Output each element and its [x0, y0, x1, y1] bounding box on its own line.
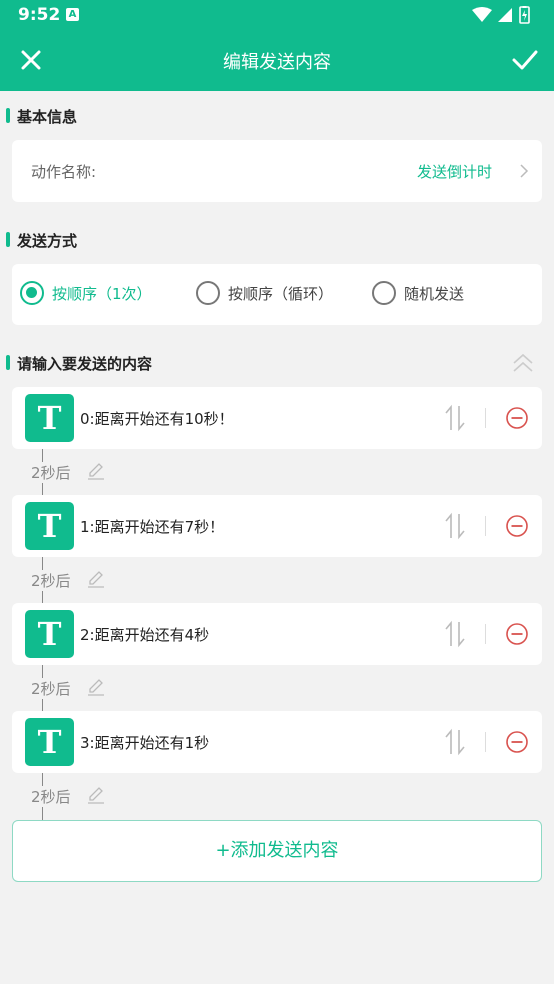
- delay-label: 2秒后: [31, 678, 71, 699]
- remove-icon[interactable]: [505, 622, 529, 646]
- radio-unchecked-icon: [372, 281, 396, 305]
- status-bar: 9:52 A: [0, 0, 554, 30]
- section-marker: [6, 355, 10, 370]
- section-title: 基本信息: [17, 108, 78, 126]
- content-item-text: 2:距离开始还有4秒: [80, 626, 210, 644]
- check-icon[interactable]: [510, 45, 540, 75]
- delay-label: 2秒后: [31, 786, 71, 807]
- radio-label: 按顺序（1次）: [52, 285, 152, 303]
- signal-icon: [498, 8, 512, 22]
- action-name-value: 发送倒计时: [416, 163, 492, 181]
- action-name-row[interactable]: 动作名称: 发送倒计时: [12, 140, 542, 202]
- page-title: 编辑发送内容: [223, 52, 331, 73]
- notification-a-icon: A: [66, 8, 79, 21]
- content-item[interactable]: T 1:距离开始还有7秒！: [12, 495, 542, 557]
- content-item[interactable]: T 0:距离开始还有10秒！: [12, 387, 542, 449]
- text-type-icon: T: [25, 718, 74, 766]
- radio-sequential-once[interactable]: 按顺序（1次）: [20, 280, 170, 306]
- reorder-icon[interactable]: [443, 620, 467, 648]
- divider: [485, 516, 486, 536]
- text-type-icon: T: [25, 610, 74, 658]
- content-item-text: 0:距离开始还有10秒！: [80, 410, 234, 428]
- battery-icon: [519, 6, 530, 24]
- content-item[interactable]: T 3:距离开始还有1秒: [12, 711, 542, 773]
- content-item[interactable]: T 2:距离开始还有4秒: [12, 603, 542, 665]
- section-title: 发送方式: [17, 232, 78, 250]
- divider: [485, 624, 486, 644]
- radio-unchecked-icon: [196, 281, 220, 305]
- edit-delay-icon[interactable]: [86, 677, 106, 697]
- content-item-text: 1:距离开始还有7秒！: [80, 518, 225, 536]
- add-content-button[interactable]: +添加发送内容: [12, 820, 542, 882]
- remove-icon[interactable]: [505, 406, 529, 430]
- edit-delay-icon[interactable]: [86, 461, 106, 481]
- app-bar: 编辑发送内容: [0, 30, 554, 91]
- radio-checked-icon: [20, 281, 44, 305]
- radio-label: 随机发送: [404, 285, 465, 303]
- radio-random[interactable]: 随机发送: [372, 280, 492, 306]
- section-marker: [6, 108, 10, 123]
- section-marker: [6, 232, 10, 247]
- status-time: 9:52: [18, 5, 61, 25]
- radio-label: 按顺序（循环）: [228, 285, 334, 303]
- divider: [485, 408, 486, 428]
- system-status-icons: [472, 6, 530, 24]
- delay-label: 2秒后: [31, 462, 71, 483]
- reorder-icon[interactable]: [443, 512, 467, 540]
- remove-icon[interactable]: [505, 514, 529, 538]
- delay-label: 2秒后: [31, 570, 71, 591]
- remove-icon[interactable]: [505, 730, 529, 754]
- edit-delay-icon[interactable]: [86, 785, 106, 805]
- text-type-icon: T: [25, 502, 74, 550]
- collapse-icon[interactable]: [511, 351, 535, 375]
- action-name-label: 动作名称:: [31, 163, 97, 181]
- content-item-text: 3:距离开始还有1秒: [80, 734, 210, 752]
- reorder-icon[interactable]: [443, 404, 467, 432]
- text-type-icon: T: [25, 394, 74, 442]
- divider: [485, 732, 486, 752]
- reorder-icon[interactable]: [443, 728, 467, 756]
- chevron-right-icon: [520, 164, 529, 178]
- wifi-icon: [472, 7, 492, 22]
- send-mode-card: 按顺序（1次） 按顺序（循环） 随机发送: [12, 264, 542, 325]
- section-title: 请输入要发送的内容: [17, 355, 153, 373]
- radio-sequential-loop[interactable]: 按顺序（循环）: [196, 280, 346, 306]
- edit-delay-icon[interactable]: [86, 569, 106, 589]
